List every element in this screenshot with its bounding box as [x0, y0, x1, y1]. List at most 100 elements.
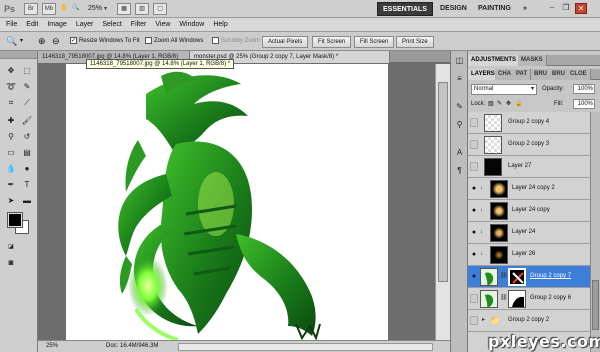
tab-brushes[interactable]: BRU — [531, 69, 551, 80]
paragraph-panel-icon[interactable]: ¶ — [453, 165, 466, 177]
actual-pixels-button[interactable]: Actual Pixels — [262, 36, 309, 48]
clone-stamp-tool-icon[interactable]: ⚲ — [4, 131, 18, 143]
menu-help[interactable]: Help — [213, 21, 227, 28]
scrollbar-thumb[interactable] — [592, 280, 599, 330]
clone-source-panel-icon[interactable]: ⚲ — [453, 119, 466, 131]
type-tool-icon[interactable]: T — [20, 179, 34, 191]
print-size-button[interactable]: Print Size — [396, 36, 434, 48]
gradient-tool-icon[interactable]: ▤ — [20, 147, 34, 159]
workspace-painting[interactable]: PAINTING — [478, 2, 511, 16]
tab-adjustments[interactable]: ADJUSTMENTS — [468, 55, 521, 66]
menu-window[interactable]: Window — [179, 21, 204, 28]
eye-icon[interactable]: ● — [470, 206, 478, 215]
properties-panel-icon[interactable]: ≡ — [453, 73, 466, 85]
bridge-icon[interactable]: Br — [24, 2, 38, 15]
menu-filter[interactable]: Filter — [131, 21, 147, 28]
history-brush-tool-icon[interactable]: ↺ — [20, 131, 34, 143]
grid-view-icon[interactable]: ▦ — [117, 2, 132, 15]
menu-layer[interactable]: Layer — [76, 21, 94, 28]
mask-link-icon[interactable]: ⛓ — [500, 294, 508, 303]
menu-select[interactable]: Select — [102, 21, 121, 28]
layer-row[interactable]: Group 2 copy 4 — [468, 112, 590, 134]
workspace-design[interactable]: DESIGN — [440, 2, 467, 16]
minimize-icon[interactable]: – — [546, 3, 558, 14]
more-workspaces[interactable]: » — [523, 2, 527, 16]
tool-preset-chevron-icon[interactable]: ▾ — [20, 36, 23, 47]
layer-row[interactable]: Layer 27 — [468, 156, 590, 178]
eraser-tool-icon[interactable]: ▭ — [4, 147, 18, 159]
lock-transparent-icon[interactable]: ▨ — [488, 100, 494, 109]
panel-grip[interactable] — [0, 51, 37, 59]
dodge-tool-icon[interactable]: ● — [20, 163, 34, 175]
tab-clone-source[interactable]: CLOE — [567, 69, 591, 80]
menu-image[interactable]: Image — [47, 21, 66, 28]
mask-link-icon[interactable]: ⛓ — [500, 272, 508, 281]
layer-row[interactable]: ▸ 📁 Group 2 copy 2 — [468, 310, 590, 332]
zoom-tool-icon[interactable]: 🔍 — [6, 36, 17, 47]
vertical-scrollbar[interactable] — [435, 64, 450, 340]
history-panel-icon[interactable]: ◫ — [453, 55, 466, 67]
quick-mask-icon[interactable]: ◙ — [4, 257, 18, 269]
brush-panel-icon[interactable]: ✎ — [453, 101, 466, 113]
layer-row[interactable]: ● ↓ Layer 26 — [468, 244, 590, 266]
fill-screen-button[interactable]: Fill Screen — [354, 36, 395, 48]
layer-row-selected[interactable]: ● ⛓ Group 2 copy 7 — [468, 266, 590, 288]
zoom-out-icon[interactable]: ⊖ — [52, 36, 60, 47]
zoom-level[interactable]: 25% — [88, 5, 102, 12]
eye-icon[interactable]: ● — [470, 250, 478, 259]
menu-view[interactable]: View — [155, 21, 170, 28]
layer-mask-thumbnail[interactable] — [508, 290, 526, 308]
fill-input[interactable]: 100% — [573, 99, 595, 109]
default-colors-icon[interactable]: ◪ — [4, 241, 18, 253]
visibility-toggle[interactable] — [470, 294, 478, 303]
layer-row[interactable]: Group 2 copy 3 — [468, 134, 590, 156]
eyedropper-tool-icon[interactable]: ⟋ — [20, 97, 34, 109]
layer-row[interactable]: ● ↓ Layer 24 copy — [468, 200, 590, 222]
layer-row[interactable]: ● ↓ Layer 24 — [468, 222, 590, 244]
crop-tool-icon[interactable]: ⌗ — [4, 97, 18, 109]
layers-scrollbar[interactable] — [590, 112, 600, 352]
layer-mask-thumbnail[interactable] — [508, 268, 526, 286]
mini-bridge-icon[interactable]: Mb — [42, 2, 56, 15]
zoom-all-windows-checkbox[interactable]: Zoom All Windows — [145, 36, 203, 47]
marquee-tool-icon[interactable]: ⬚ — [20, 65, 34, 77]
lock-position-icon[interactable]: ✥ — [506, 100, 511, 109]
visibility-toggle[interactable] — [470, 162, 478, 171]
lock-all-icon[interactable]: 🔒 — [515, 100, 522, 109]
status-zoom[interactable]: 25% — [46, 341, 58, 352]
quick-select-tool-icon[interactable]: ✎ — [20, 81, 34, 93]
restore-icon[interactable]: ❐ — [560, 3, 572, 14]
menu-edit[interactable]: Edit — [26, 21, 38, 28]
scrollbar-thumb[interactable] — [438, 82, 448, 282]
tab-masks[interactable]: MASKS — [518, 55, 547, 66]
resize-windows-checkbox[interactable]: ✓ Resize Windows To Fit — [70, 36, 140, 47]
eye-icon[interactable]: ● — [470, 184, 478, 193]
zoom-icon[interactable]: 🔍 — [72, 3, 80, 15]
hand-icon[interactable]: ✋ — [60, 3, 68, 15]
blur-tool-icon[interactable]: 💧 — [4, 163, 18, 175]
zoom-in-icon[interactable]: ⊕ — [38, 36, 46, 47]
visibility-toggle[interactable] — [470, 316, 478, 325]
tab-brush-presets[interactable]: BRU — [549, 69, 569, 80]
horizontal-scrollbar[interactable] — [178, 343, 433, 351]
close-icon[interactable]: ✕ — [575, 3, 587, 14]
layer-row[interactable]: ⛓ Group 2 copy 6 — [468, 288, 590, 310]
character-panel-icon[interactable]: A — [453, 147, 466, 159]
brush-tool-icon[interactable]: 🖌 — [20, 115, 34, 127]
eye-icon[interactable]: ● — [470, 272, 478, 281]
lasso-tool-icon[interactable]: ➰ — [4, 81, 18, 93]
visibility-toggle[interactable] — [470, 118, 478, 127]
screen-mode-icon[interactable]: ▢ — [153, 2, 168, 15]
move-tool-icon[interactable]: ✥ — [4, 65, 18, 77]
fit-screen-button[interactable]: Fit Screen — [312, 36, 352, 48]
pen-tool-icon[interactable]: ✒ — [4, 179, 18, 191]
expand-arrow-icon[interactable]: ▸ — [482, 316, 485, 325]
menu-file[interactable]: File — [6, 21, 17, 28]
tab-paths[interactable]: PAT — [513, 69, 532, 80]
healing-brush-tool-icon[interactable]: ✚ — [4, 115, 18, 127]
scrubby-zoom-checkbox[interactable]: Scrubby Zoom — [212, 36, 260, 47]
eye-icon[interactable]: ● — [470, 228, 478, 237]
tab-channels[interactable]: CHA — [495, 69, 515, 80]
shape-tool-icon[interactable]: ▬ — [20, 195, 34, 207]
arrange-documents-icon[interactable]: ▥ — [135, 2, 150, 15]
